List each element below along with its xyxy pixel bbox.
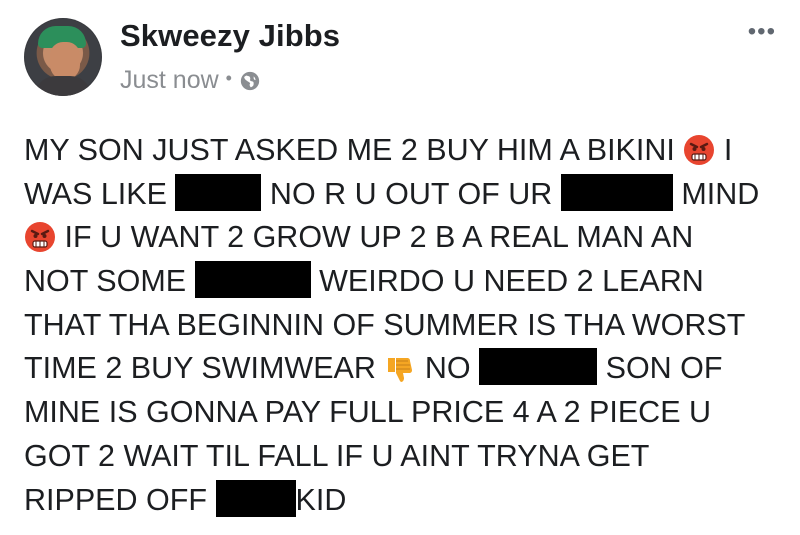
text-segment: NO — [424, 351, 471, 386]
redaction-bar — [479, 348, 598, 386]
text-segment: GOT 2 WAIT TIL FALL IF U AINT TRYNA GET — [24, 438, 650, 473]
redaction-bar — [194, 261, 311, 299]
text-segment: RIPPED OFF — [24, 482, 208, 517]
angry-face-icon — [25, 222, 55, 253]
post-line-2: WAS LIKE NO R U OUT OF UR MIND — [24, 173, 794, 217]
text-segment: SON OF — [605, 351, 723, 386]
text-segment: TIME 2 BUY SWIMWEAR — [24, 351, 376, 386]
avatar[interactable] — [24, 18, 102, 96]
angry-face-icon — [684, 135, 715, 165]
redaction-bar — [215, 479, 296, 517]
separator-dot: • — [225, 68, 232, 88]
text-segment: MY SON JUST ASKED ME 2 BUY HIM A BIKINI — [24, 133, 675, 167]
text-segment: WEIRDO U NEED 2 LEARN — [319, 264, 704, 299]
post-text: MY SON JUST ASKED ME 2 BUY HIM A BIKINI … — [24, 129, 794, 522]
text-segment: IF U WANT 2 GROW UP 2 B A REAL MAN AN — [64, 220, 694, 255]
post-line-3: IF U WANT 2 GROW UP 2 B A REAL MAN AN — [24, 216, 794, 260]
text-segment: MINE IS GONNA PAY FULL PRICE 4 A 2 PIECE… — [24, 395, 712, 430]
text-segment: MIND — [681, 176, 760, 211]
text-segment: KID — [295, 482, 347, 517]
post-line-9: RIPPED OFF KID — [24, 479, 794, 523]
post-line-8: GOT 2 WAIT TIL FALL IF U AINT TRYNA GET — [24, 435, 794, 479]
timestamp[interactable]: Just now — [120, 66, 219, 95]
shirt-shape — [34, 76, 92, 96]
text-segment: NOT SOME — [24, 264, 187, 299]
post-line-1: MY SON JUST ASKED ME 2 BUY HIM A BIKINI … — [24, 129, 794, 173]
redaction-bar — [560, 173, 673, 211]
text-segment: WAS LIKE — [24, 176, 167, 211]
more-options-button[interactable]: ••• — [748, 18, 776, 46]
text-segment: I — [723, 133, 733, 167]
text-segment: THAT THA BEGINNIN OF SUMMER IS THA WORST — [24, 307, 746, 342]
thumbs-down-icon — [388, 358, 413, 383]
globe-icon[interactable] — [239, 70, 261, 92]
face-shape — [50, 42, 80, 80]
post-line-7: MINE IS GONNA PAY FULL PRICE 4 A 2 PIECE… — [24, 391, 794, 435]
post-meta: Just now • — [120, 66, 261, 95]
post-line-5: THAT THA BEGINNIN OF SUMMER IS THA WORST — [24, 304, 794, 348]
post-line-4: NOT SOME WEIRDO U NEED 2 LEARN — [24, 260, 794, 304]
redaction-bar — [175, 173, 262, 211]
text-segment: NO R U OUT OF UR — [269, 176, 553, 211]
post-line-6: TIME 2 BUY SWIMWEAR NO SON OF — [24, 347, 794, 391]
author-name[interactable]: Skweezy Jibbs — [120, 18, 340, 54]
